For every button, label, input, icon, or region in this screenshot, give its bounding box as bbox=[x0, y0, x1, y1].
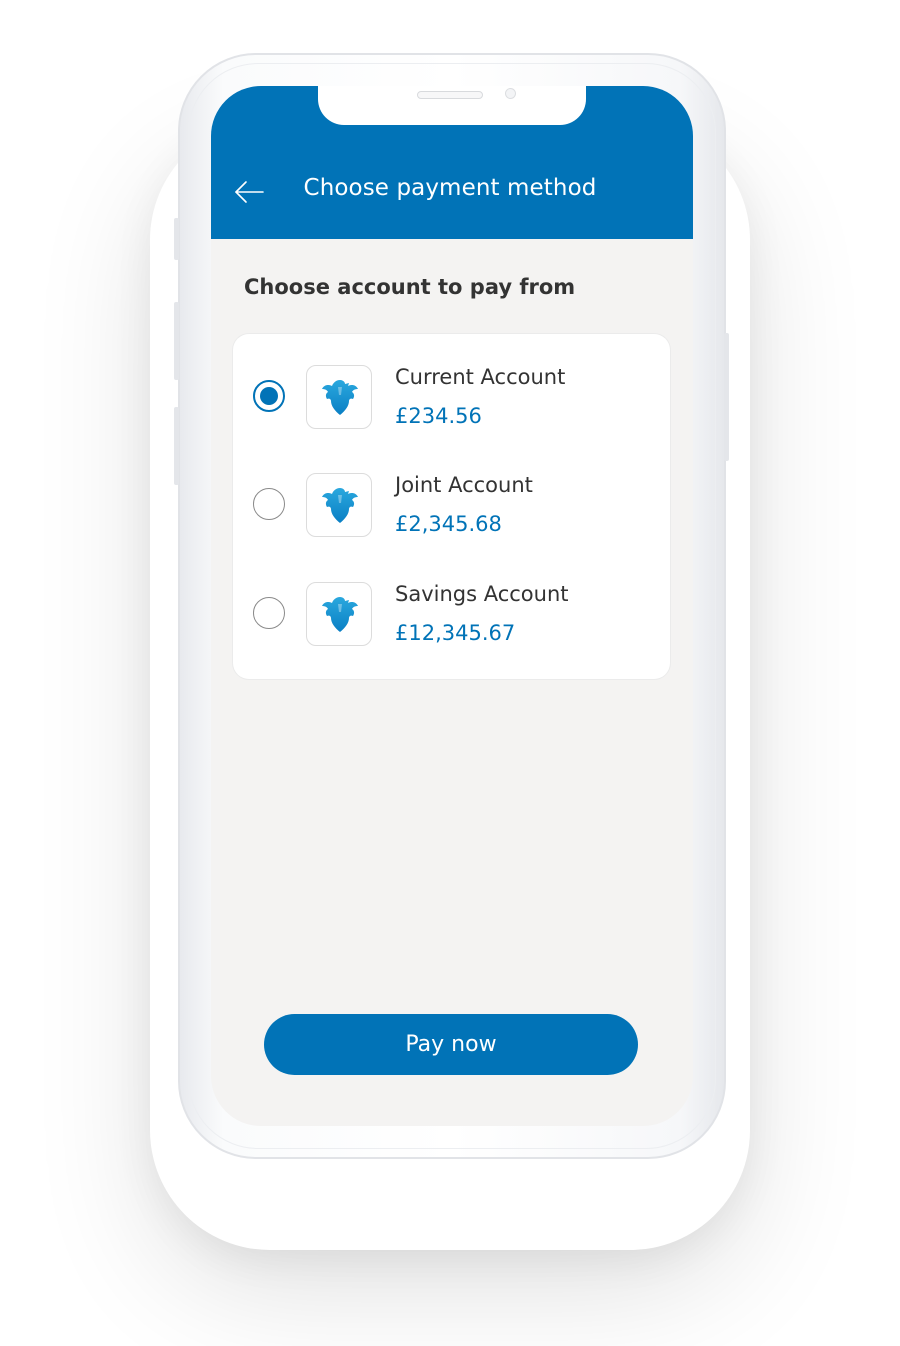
account-name: Current Account bbox=[395, 365, 566, 389]
front-camera bbox=[505, 88, 516, 99]
volume-down-button bbox=[174, 407, 179, 485]
bank-logo bbox=[306, 365, 372, 429]
radio-selected[interactable] bbox=[253, 380, 285, 412]
eagle-logo-icon bbox=[322, 488, 358, 523]
bank-logo bbox=[306, 582, 372, 646]
account-option-savings[interactable]: Savings Account £12,345.67 bbox=[233, 563, 670, 663]
bank-logo bbox=[306, 473, 372, 537]
account-name: Savings Account bbox=[395, 582, 569, 606]
account-balance: £2,345.68 bbox=[395, 512, 502, 536]
eagle-logo-icon bbox=[322, 380, 358, 415]
app-screen: Choose payment method Choose account to … bbox=[211, 86, 693, 1126]
radio-unselected[interactable] bbox=[253, 597, 285, 629]
account-name: Joint Account bbox=[395, 473, 533, 497]
volume-up-button bbox=[174, 302, 179, 380]
stage: Choose payment method Choose account to … bbox=[0, 0, 900, 1346]
account-balance: £12,345.67 bbox=[395, 621, 516, 645]
account-balance: £234.56 bbox=[395, 404, 482, 428]
pay-now-button[interactable]: Pay now bbox=[264, 1014, 638, 1075]
phone-notch bbox=[318, 86, 586, 125]
page-title: Choose payment method bbox=[303, 175, 597, 201]
eagle-logo-icon bbox=[322, 597, 358, 632]
power-button bbox=[724, 333, 729, 461]
radio-unselected[interactable] bbox=[253, 488, 285, 520]
mute-switch bbox=[174, 218, 179, 260]
account-list: Current Account £234.56 Joint Account £2… bbox=[233, 334, 670, 679]
account-option-current[interactable]: Current Account £234.56 bbox=[233, 346, 670, 446]
speaker-grille bbox=[417, 91, 483, 99]
section-heading: Choose account to pay from bbox=[244, 275, 576, 299]
account-option-joint[interactable]: Joint Account £2,345.68 bbox=[233, 454, 670, 554]
